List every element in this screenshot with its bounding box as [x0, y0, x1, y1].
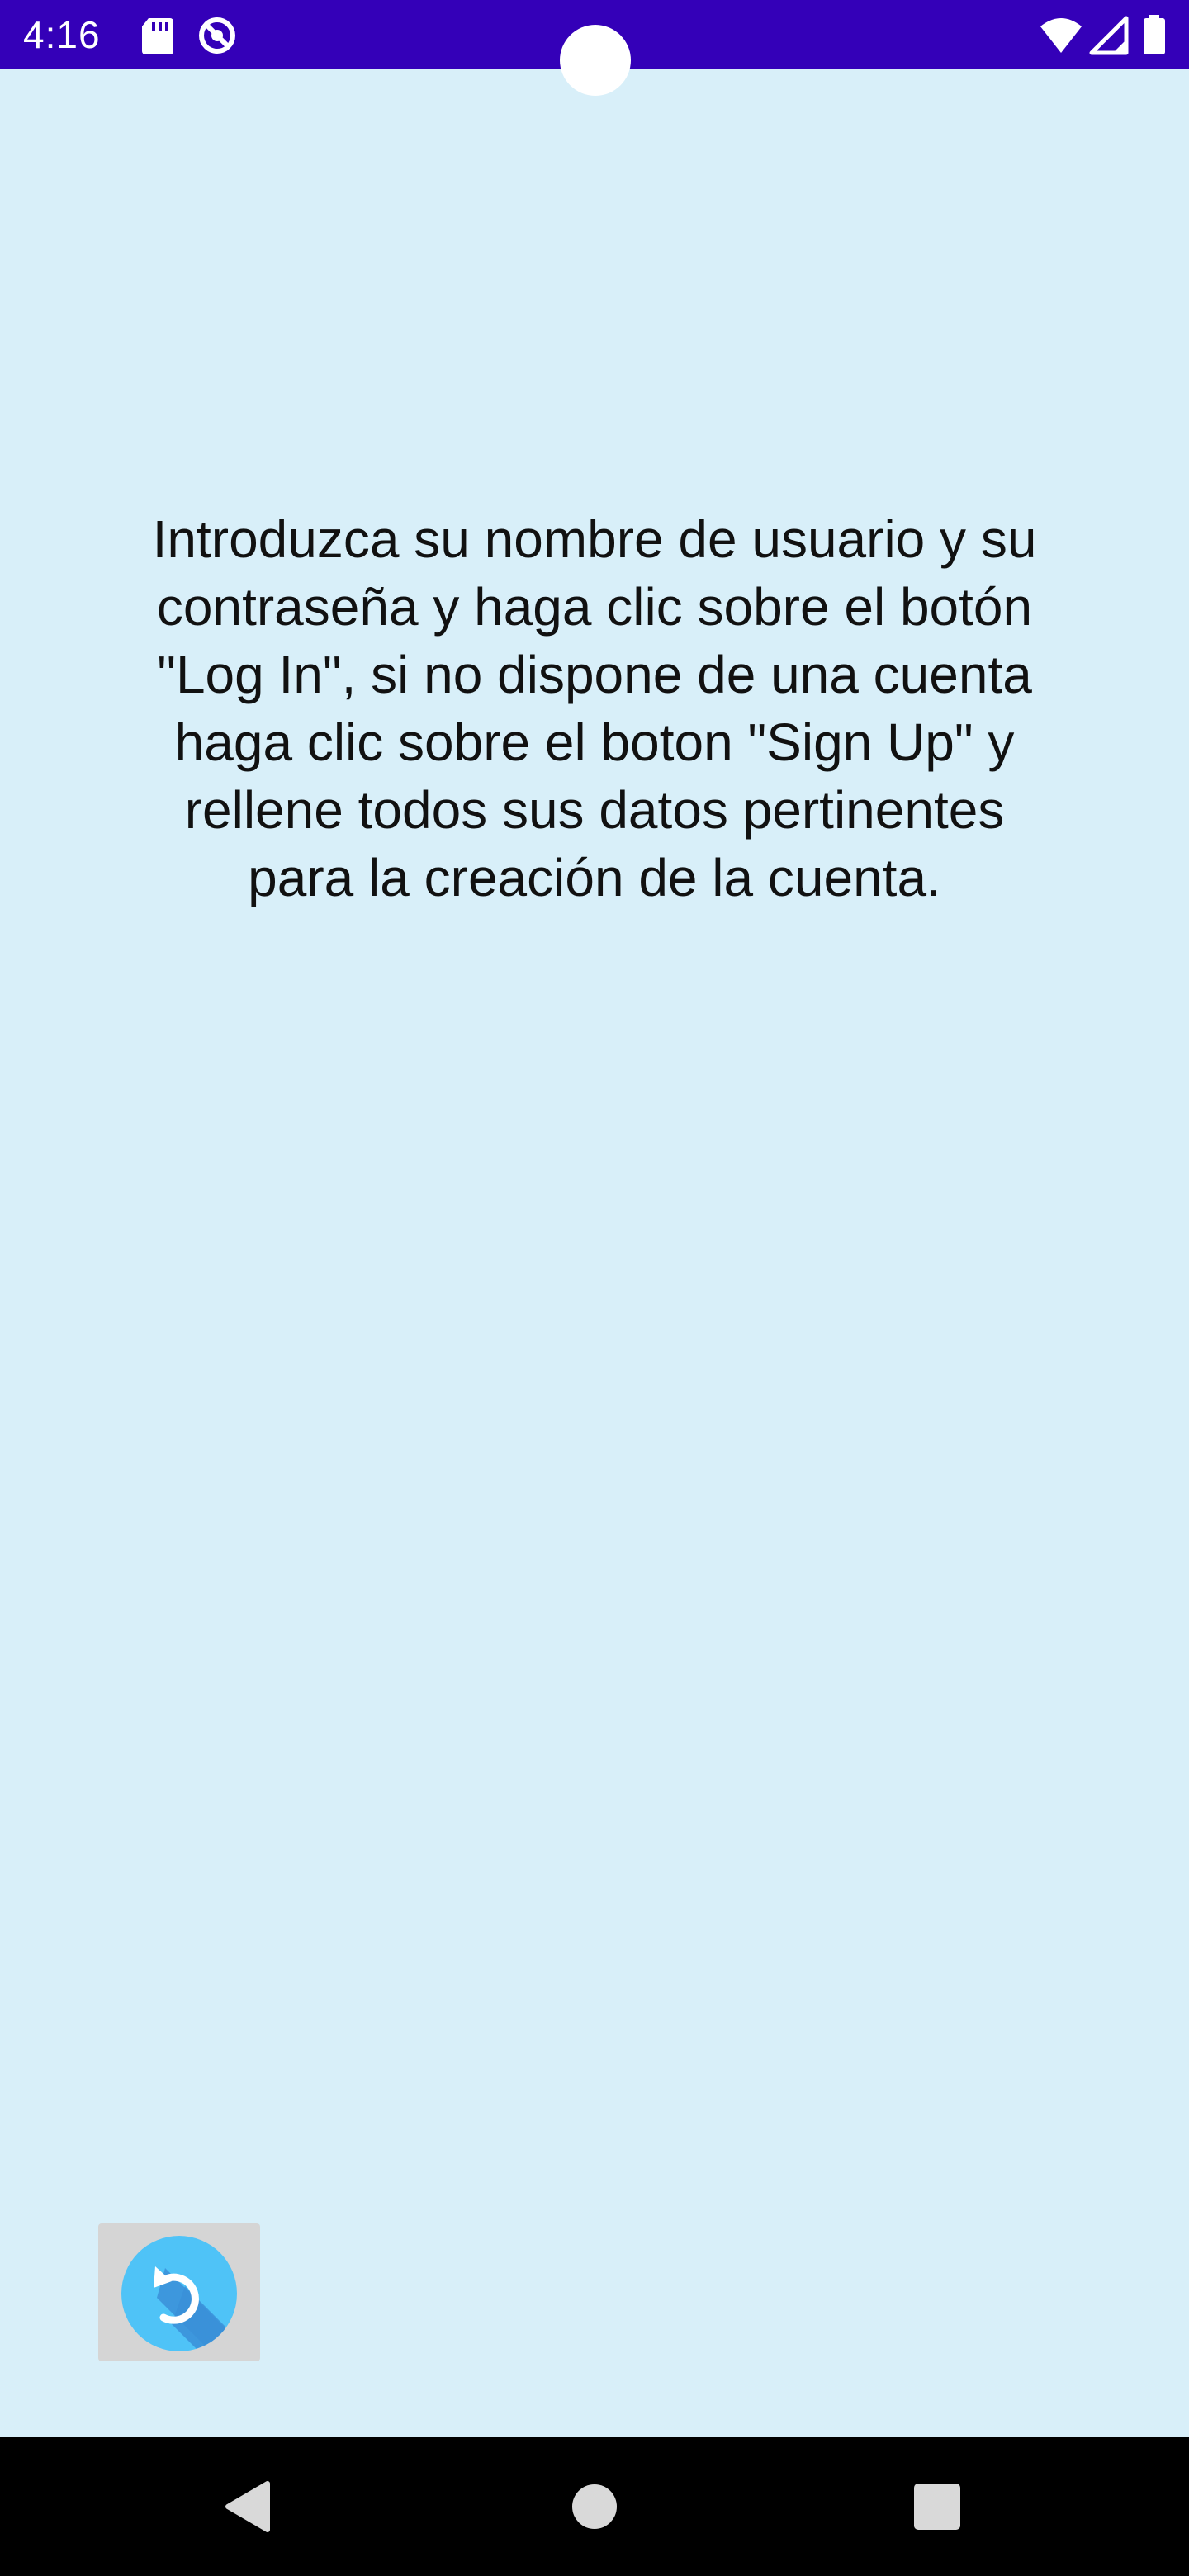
sd-card-icon [137, 15, 178, 56]
recents-square-icon[interactable] [896, 2465, 978, 2548]
cell-signal-icon [1088, 15, 1130, 56]
camera-cutout [560, 25, 631, 96]
back-triangle-icon[interactable] [206, 2465, 289, 2548]
back-button[interactable] [98, 2223, 260, 2361]
undo-arrow-icon [121, 2235, 238, 2352]
navigation-bar [0, 2437, 1189, 2576]
instructions-text: Introduzca su nombre de usuario y su con… [152, 509, 1037, 907]
no-data-saver-icon [197, 15, 238, 56]
battery-icon [1141, 15, 1168, 56]
home-circle-icon[interactable] [553, 2465, 636, 2548]
wifi-icon [1039, 15, 1083, 56]
app-screen: 4:16 Introduzca su nombre de usuario y s… [0, 0, 1189, 2576]
status-time: 4:16 [23, 13, 101, 56]
